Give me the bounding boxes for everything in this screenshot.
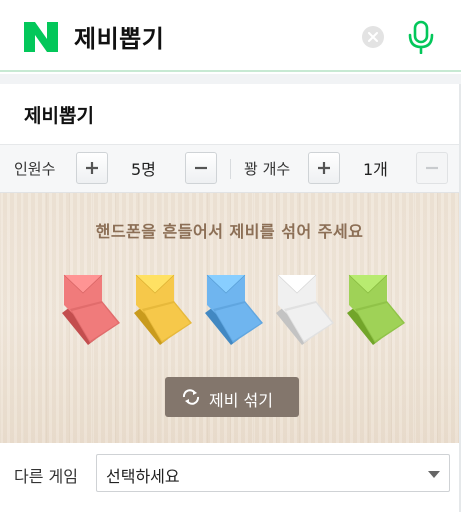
participants-increase-button[interactable]: [76, 152, 108, 184]
blank-count-increase-button[interactable]: [308, 152, 340, 184]
settings-row: 인원수 5명 꽝 개수 1개: [0, 144, 459, 193]
widget-title: 제비뽑기: [24, 105, 94, 127]
plus-icon: [86, 162, 98, 174]
participants-label: 인원수: [14, 160, 56, 178]
close-icon: [368, 32, 378, 42]
shuffle-button-label: 제비 섞기: [209, 391, 273, 410]
blank-count-label: 꽝 개수: [244, 160, 291, 178]
ticket-4[interactable]: [274, 271, 336, 347]
search-bar: 제비뽑기: [0, 0, 461, 72]
control-divider: [230, 159, 231, 179]
lottery-widget: 제비뽑기 인원수 5명 꽝 개수 1개 핸드폰을 흔들어서 제비를 섞어 주세요…: [0, 84, 461, 512]
participants-decrease-button[interactable]: [185, 152, 217, 184]
blank-count-decrease-button[interactable]: [416, 152, 448, 184]
other-game-selected: 선택하세요: [106, 467, 180, 486]
other-game-label: 다른 게임: [14, 467, 78, 486]
search-query[interactable]: 제비뽑기: [74, 19, 164, 54]
ticket-3[interactable]: [203, 271, 265, 347]
other-game-select[interactable]: 선택하세요: [96, 454, 450, 492]
naver-logo-icon[interactable]: [24, 22, 58, 52]
microphone-icon: [408, 20, 434, 55]
ticket-5[interactable]: [345, 271, 407, 347]
clear-search-button[interactable]: [362, 26, 384, 48]
ticket-1[interactable]: [60, 271, 122, 347]
minus-icon: [195, 166, 207, 170]
shuffle-button[interactable]: 제비 섞기: [165, 377, 299, 417]
blank-count-value: 1개: [363, 160, 388, 179]
voice-search-button[interactable]: [406, 20, 436, 55]
minus-icon: [426, 166, 438, 170]
other-game-row: 다른 게임 선택하세요: [0, 443, 459, 512]
ticket-2[interactable]: [132, 271, 194, 347]
plus-icon: [318, 162, 330, 174]
chevron-down-icon: [428, 471, 440, 478]
ticket-board: 핸드폰을 흔들어서 제비를 섞어 주세요 제비 섞기: [0, 193, 459, 443]
shuffle-icon: [182, 389, 200, 405]
participants-value: 5명: [131, 160, 156, 179]
section-gap: [0, 74, 461, 84]
shake-instruction: 핸드폰을 흔들어서 제비를 섞어 주세요: [95, 222, 364, 241]
